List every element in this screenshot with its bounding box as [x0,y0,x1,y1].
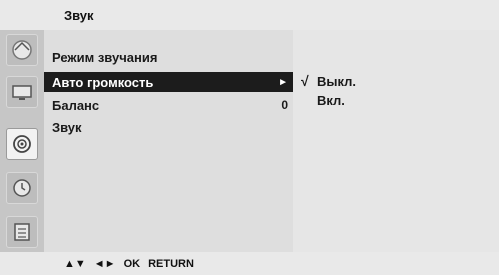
chevron-right-icon: ► [278,76,288,88]
sidebar [0,30,44,252]
menu-item-label: Баланс [52,97,100,113]
menu-item-label: Режим звучания [52,49,158,65]
time-icon[interactable] [6,172,38,204]
options-icon[interactable] [6,216,38,248]
menu-item-auto-volume[interactable]: Авто громкость ► [44,72,293,92]
screen-icon[interactable] [6,76,38,108]
picture-setup-icon[interactable] [6,34,38,66]
left-right-arrows-icon: ◄► [93,257,116,270]
title-bar: Звук [0,0,499,30]
menu-item-sound[interactable]: Звук [44,117,293,137]
option-label: Выкл. [317,73,357,89]
page-title: Звук [64,8,94,23]
submenu-panel [293,30,499,252]
menu-item-balance[interactable]: Баланс 0 [44,95,293,115]
option-label: Вкл. [317,92,345,108]
ok-hint: OK [123,257,141,270]
return-hint: RETURN [148,257,194,270]
option-on[interactable]: Вкл. [301,91,345,109]
menu-item-label: Звук [52,119,82,135]
checkmark-icon: √ [301,73,309,89]
help-bar: ▲▼ ◄► OK RETURN [0,252,499,275]
option-off[interactable]: √ Выкл. [301,72,356,90]
menu-item-sound-mode[interactable]: Режим звучания [44,47,293,67]
sound-icon[interactable] [6,128,38,160]
menu-item-label: Авто громкость [52,74,154,90]
up-down-arrows-icon: ▲▼ [64,257,86,270]
balance-value: 0 [281,98,288,112]
